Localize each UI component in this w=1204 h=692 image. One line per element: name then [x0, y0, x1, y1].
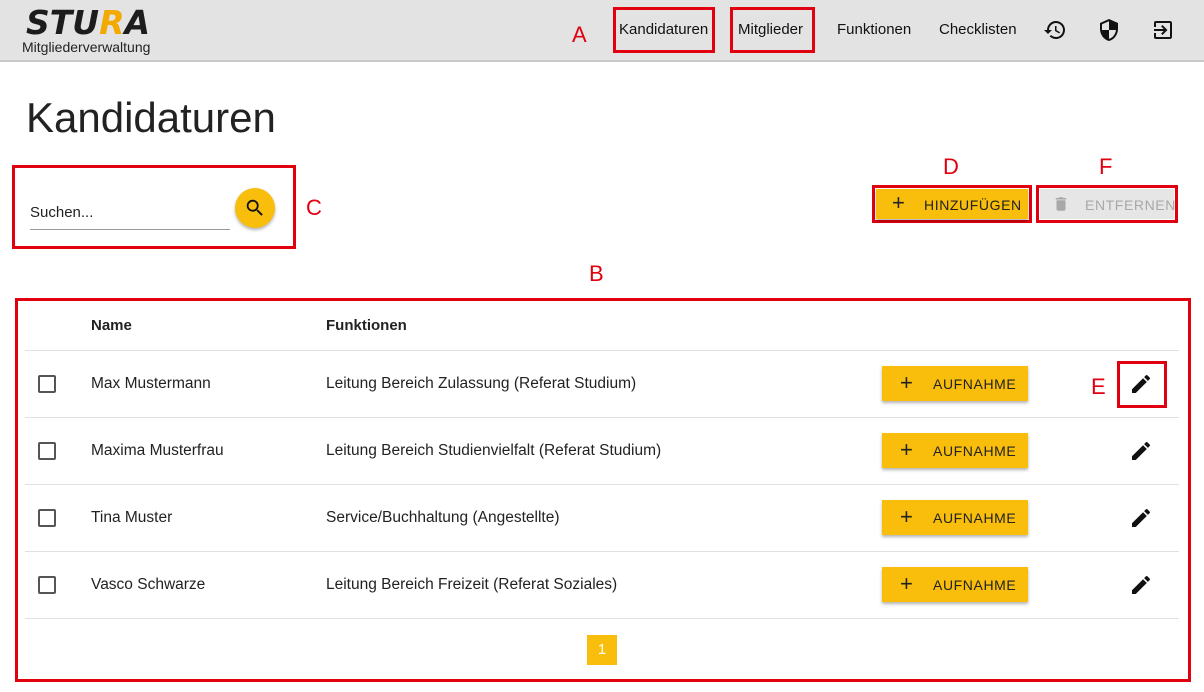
annotation-label-d: D: [943, 154, 959, 179]
shield-icon[interactable]: [1097, 18, 1121, 42]
add-button-label: HINZUFÜGEN: [924, 197, 1022, 213]
aufnahme-button[interactable]: + AUFNAHME: [882, 433, 1028, 468]
cell-funktion: Service/Buchhaltung (Angestellte): [326, 509, 560, 526]
trash-icon: [1055, 197, 1067, 211]
top-navigation-bar: STURA Mitgliederverwaltung Kandidaturen …: [0, 0, 1204, 62]
row-checkbox[interactable]: [38, 576, 56, 594]
plus-icon: +: [892, 190, 906, 215]
edit-icon[interactable]: [1129, 573, 1153, 597]
search-input[interactable]: [30, 196, 230, 230]
history-icon[interactable]: [1043, 18, 1067, 42]
annotation-label-c: C: [306, 195, 322, 220]
cell-name: Maxima Musterfrau: [91, 442, 224, 459]
annotation-box-kandidaturen: [613, 7, 715, 53]
annotation-label-b: B: [589, 261, 604, 286]
edit-icon[interactable]: [1129, 439, 1153, 463]
edit-icon[interactable]: [1129, 506, 1153, 530]
cell-name: Tina Muster: [91, 509, 173, 526]
app-logo[interactable]: STURA Mitgliederverwaltung: [22, 4, 182, 56]
table-row: Max Mustermann Leitung Bereich Zulassung…: [25, 351, 1179, 418]
aufnahme-button-label: AUFNAHME: [933, 510, 1017, 526]
page-title: Kandidaturen: [26, 94, 276, 141]
table-row: Maxima Musterfrau Leitung Bereich Studie…: [25, 418, 1179, 485]
logo-subtitle: Mitgliederverwaltung: [22, 39, 151, 55]
cell-funktion: Leitung Bereich Studienvielfalt (Referat…: [326, 442, 662, 459]
plus-icon: +: [900, 370, 914, 395]
logo-wordmark: STURA: [26, 3, 151, 42]
aufnahme-button-label: AUFNAHME: [933, 376, 1017, 392]
search-button[interactable]: [235, 188, 275, 228]
row-checkbox[interactable]: [38, 442, 56, 460]
annotation-box-edit: [1117, 361, 1167, 408]
plus-icon: +: [900, 571, 914, 596]
column-header-name: Name: [91, 317, 132, 334]
aufnahme-button[interactable]: + AUFNAHME: [882, 500, 1028, 535]
pagination-page-button[interactable]: 1: [587, 635, 617, 665]
cell-funktion: Leitung Bereich Freizeit (Referat Sozial…: [326, 576, 618, 593]
plus-icon: +: [900, 437, 914, 462]
annotation-label-f: F: [1099, 154, 1113, 179]
row-checkbox[interactable]: [38, 509, 56, 527]
annotation-box-mitglieder: [730, 7, 815, 53]
cell-name: Vasco Schwarze: [91, 576, 206, 593]
aufnahme-button-label: AUFNAHME: [933, 443, 1017, 459]
logout-icon[interactable]: [1151, 18, 1175, 42]
aufnahme-button[interactable]: + AUFNAHME: [882, 366, 1028, 401]
annotation-label-e: E: [1091, 374, 1106, 399]
nav-funktionen[interactable]: Funktionen: [837, 20, 911, 40]
column-header-funktionen: Funktionen: [326, 317, 407, 334]
cell-funktion: Leitung Bereich Zulassung (Referat Studi…: [326, 375, 637, 392]
search-icon: [246, 199, 263, 216]
table-header: Name Funktionen: [25, 303, 1179, 351]
nav-checklisten[interactable]: Checklisten: [939, 20, 1017, 40]
plus-icon: +: [900, 504, 914, 529]
table-row: Tina Muster Service/Buchhaltung (Angeste…: [25, 485, 1179, 552]
remove-button[interactable]: ENTFERNEN: [1040, 189, 1176, 219]
aufnahme-button[interactable]: + AUFNAHME: [882, 567, 1028, 602]
table-row: Vasco Schwarze Leitung Bereich Freizeit …: [25, 552, 1179, 619]
row-checkbox[interactable]: [38, 375, 56, 393]
cell-name: Max Mustermann: [91, 375, 211, 392]
add-button[interactable]: + HINZUFÜGEN: [876, 189, 1028, 219]
annotation-label-a: A: [572, 22, 587, 47]
aufnahme-button-label: AUFNAHME: [933, 577, 1017, 593]
remove-button-label: ENTFERNEN: [1085, 197, 1176, 213]
